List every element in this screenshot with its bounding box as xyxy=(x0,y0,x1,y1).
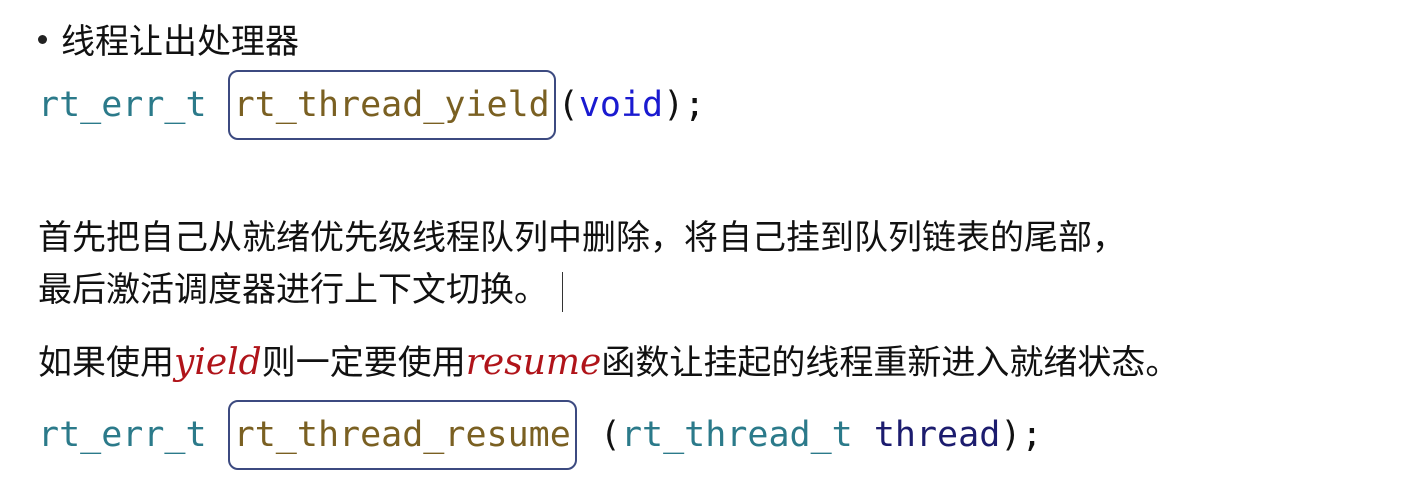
param-name: thread xyxy=(873,415,1001,455)
close-paren: ); xyxy=(663,85,706,125)
text-cursor xyxy=(562,271,563,312)
open-paren: ( xyxy=(599,415,621,455)
function-name-resume: rt_thread_resume xyxy=(227,400,577,470)
note-prefix: 如果使用 xyxy=(38,343,174,383)
close-paren: ); xyxy=(1000,415,1043,455)
open-paren: ( xyxy=(557,85,579,125)
description-line-2-text: 最后激活调度器进行上下文切换。 xyxy=(38,270,548,310)
note-middle: 则一定要使用 xyxy=(261,343,466,383)
description-line-2: 最后激活调度器进行上下文切换。 xyxy=(38,265,563,315)
code-line-resume: rt_err_t rt_thread_resume (rt_thread_t t… xyxy=(38,400,1043,470)
param-void: void xyxy=(578,85,664,125)
note-yield-word: yield xyxy=(174,342,262,383)
return-type: rt_err_t xyxy=(38,85,207,125)
description-line-1: 首先把自己从就绪优先级线程队列中删除，将自己挂到队列链表的尾部， xyxy=(38,218,1126,258)
note-line: 如果使用yield则一定要使用resume函数让挂起的线程重新进入就绪状态。 xyxy=(38,338,1179,388)
code-line-yield: rt_err_t rt_thread_yield (void); xyxy=(38,70,706,140)
note-resume-word: resume xyxy=(465,342,602,383)
bullet-heading: 线程让出处理器 xyxy=(38,18,299,66)
note-suffix: 函数让挂起的线程重新进入就绪状态。 xyxy=(601,343,1180,383)
return-type: rt_err_t xyxy=(38,415,207,455)
bullet-text: 线程让出处理器 xyxy=(61,22,299,62)
function-name-yield: rt_thread_yield xyxy=(227,70,556,140)
slide: 线程让出处理器 rt_err_t rt_thread_yield (void); … xyxy=(0,0,1420,501)
bullet-dot-icon xyxy=(38,35,47,44)
param-type: rt_thread_t xyxy=(620,415,853,455)
